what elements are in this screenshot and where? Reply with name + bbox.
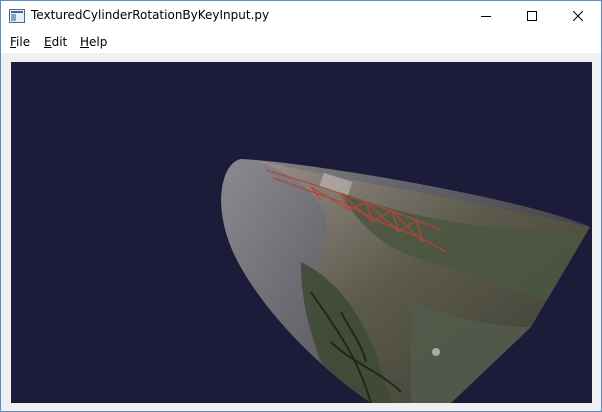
minimize-icon	[481, 16, 491, 17]
menu-help[interactable]: Help	[80, 35, 107, 49]
opengl-viewport[interactable]	[11, 62, 592, 403]
minimize-button[interactable]	[463, 1, 509, 31]
title-bar[interactable]: TexturedCylinderRotationByKeyInput.py	[1, 1, 601, 31]
menu-bar: File Edit Help	[1, 31, 601, 53]
close-button[interactable]	[555, 1, 601, 31]
application-window: TexturedCylinderRotationByKeyInput.py Fi…	[0, 0, 602, 412]
app-icon	[9, 9, 25, 23]
close-icon	[573, 11, 583, 21]
textured-cylinder	[221, 159, 590, 403]
menu-edit[interactable]: Edit	[44, 35, 67, 49]
window-title: TexturedCylinderRotationByKeyInput.py	[31, 8, 270, 22]
menu-file[interactable]: File	[10, 35, 30, 49]
maximize-icon	[527, 11, 537, 21]
client-area	[1, 53, 601, 411]
maximize-button[interactable]	[509, 1, 555, 31]
